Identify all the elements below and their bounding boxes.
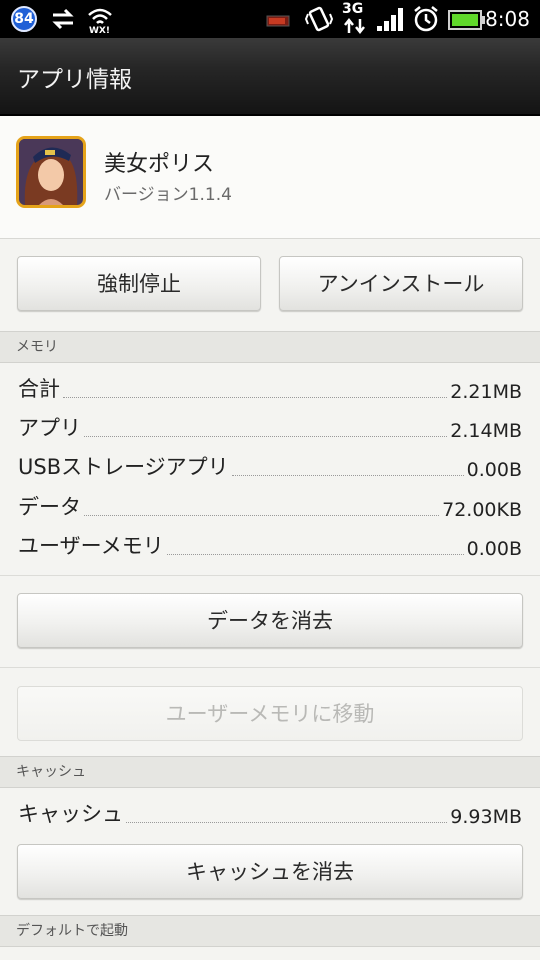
- move-to-user-memory-button[interactable]: ユーザーメモリに移動: [17, 686, 523, 741]
- battery-icon: [448, 10, 485, 30]
- divider: [0, 575, 540, 576]
- clear-data-button[interactable]: データを消去: [17, 593, 523, 648]
- svg-text:WX!: WX!: [89, 26, 110, 34]
- memory-row-data: データ 72.00KB: [18, 489, 522, 525]
- vibrate-icon: [304, 6, 334, 32]
- memory-row-label: USBストレージアプリ: [18, 455, 229, 479]
- memory-section-header: メモリ: [0, 331, 540, 363]
- battery-small-icon: [266, 15, 290, 27]
- memory-row-label: アプリ: [18, 416, 81, 440]
- network-label: 3G: [342, 1, 364, 17]
- dotted-leader: [166, 553, 464, 555]
- app-version: バージョン1.1.4: [104, 185, 232, 205]
- dotted-leader: [231, 474, 464, 476]
- cache-section-header: キャッシュ: [0, 756, 540, 788]
- divider: [0, 667, 540, 668]
- memory-row-label: データ: [18, 495, 81, 519]
- memory-row-total: 合計 2.21MB: [18, 371, 522, 407]
- memory-row-value: 72.00KB: [442, 499, 522, 521]
- app-icon-artwork: [19, 139, 83, 205]
- memory-row-value: 0.00B: [466, 538, 522, 560]
- memory-row-label: 合計: [18, 377, 60, 401]
- launch-default-section-header: デフォルトで起動: [0, 915, 540, 947]
- cache-row-label: キャッシュ: [18, 802, 123, 826]
- app-name: 美女ポリス: [104, 152, 215, 177]
- network-3g-icon: 3G: [342, 1, 368, 35]
- app-icon: [16, 136, 86, 208]
- dotted-leader: [126, 821, 448, 823]
- memory-row-value: 2.21MB: [450, 381, 522, 403]
- memory-row-label: ユーザーメモリ: [18, 534, 164, 558]
- wifi-icon: WX!: [88, 8, 112, 34]
- cache-row-value: 9.93MB: [450, 806, 522, 828]
- status-bar: 84 WX! 3G 8:08: [0, 0, 540, 38]
- page-title: アプリ情報: [17, 67, 132, 93]
- dotted-leader: [84, 514, 440, 516]
- dotted-leader: [84, 435, 448, 437]
- memory-row-user-memory: ユーザーメモリ 0.00B: [18, 528, 522, 564]
- memory-row-value: 2.14MB: [450, 420, 522, 442]
- memory-row-usb-storage: USBストレージアプリ 0.00B: [18, 449, 522, 485]
- cache-row: キャッシュ 9.93MB: [18, 796, 522, 832]
- signal-icon: [377, 8, 403, 31]
- force-stop-button[interactable]: 強制停止: [17, 256, 261, 311]
- notification-badge-icon: 84: [11, 6, 37, 32]
- uninstall-button[interactable]: アンインストール: [279, 256, 523, 311]
- action-bar: アプリ情報: [0, 38, 540, 116]
- memory-row-value: 0.00B: [466, 459, 522, 481]
- memory-row-app: アプリ 2.14MB: [18, 410, 522, 446]
- data-arrows-icon: [344, 18, 365, 34]
- app-header: 美女ポリス バージョン1.1.4: [0, 116, 540, 239]
- alarm-icon: [414, 6, 438, 32]
- sync-arrows-icon: [52, 8, 74, 30]
- clock: 8:08: [485, 7, 530, 31]
- dotted-leader: [63, 396, 448, 398]
- clear-cache-button[interactable]: キャッシュを消去: [17, 844, 523, 899]
